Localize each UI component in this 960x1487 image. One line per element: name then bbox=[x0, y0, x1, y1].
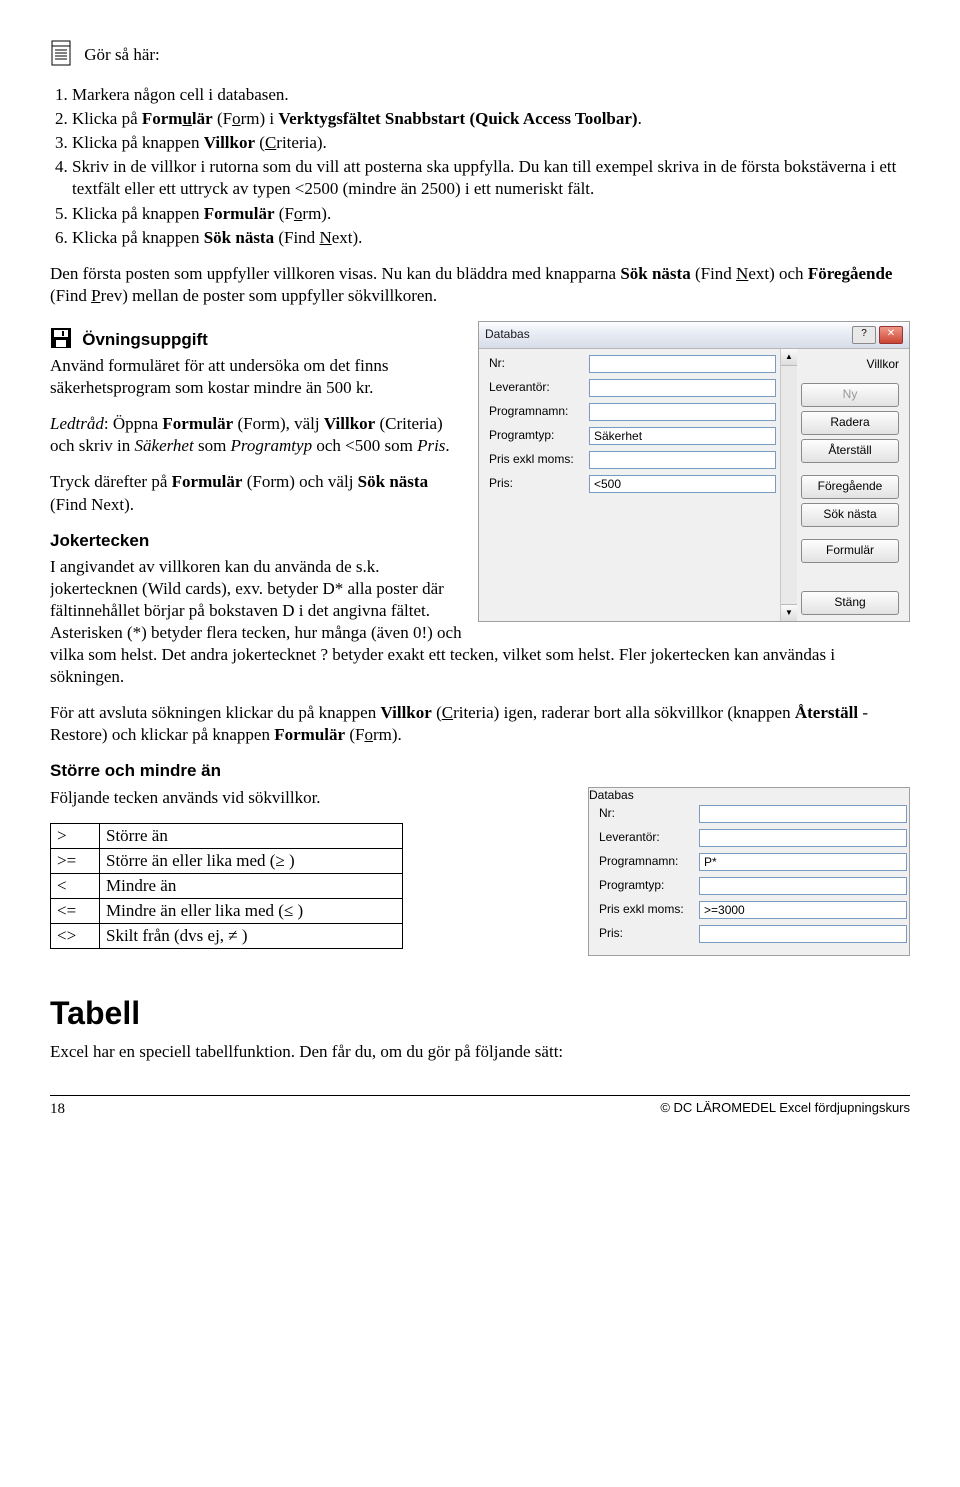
table-row: <>Skilt från (dvs ej, ≠ ) bbox=[51, 924, 403, 949]
op-symbol: < bbox=[51, 873, 100, 898]
dialog2-titlebar: Databas bbox=[589, 788, 909, 804]
d2-label-lev: Leverantör: bbox=[599, 830, 699, 846]
dialog-databas-2: Databas Nr: Leverantör: Programnamn: Pro… bbox=[588, 787, 910, 957]
scroll-up-icon[interactable]: ▲ bbox=[781, 349, 797, 366]
table-row: <Mindre än bbox=[51, 873, 403, 898]
d2-field-lev[interactable] bbox=[699, 829, 907, 847]
d1-btn-soknasta[interactable]: Sök nästa bbox=[801, 503, 899, 527]
scroll-down-icon[interactable]: ▼ bbox=[781, 604, 797, 621]
op-symbol: <= bbox=[51, 898, 100, 923]
d1-btn-aterstall[interactable]: Återställ bbox=[801, 439, 899, 463]
d2-field-prog[interactable] bbox=[699, 853, 907, 871]
step-item: Klicka på knappen Villkor (Criteria). bbox=[72, 132, 910, 154]
d1-btn-stang[interactable]: Stäng bbox=[801, 591, 899, 615]
footer-copyright: © DC LÄROMEDEL Excel fördjupningskurs bbox=[660, 1100, 910, 1120]
step-item: Klicka på knappen Formulär (Form). bbox=[72, 203, 910, 225]
step-item: Skriv in de villkor i rutorna som du vil… bbox=[72, 156, 910, 200]
op-desc: Större än bbox=[100, 823, 403, 848]
op-symbol: <> bbox=[51, 924, 100, 949]
joker-p2: För att avsluta sökningen klickar du på … bbox=[50, 702, 910, 746]
footer-rule bbox=[50, 1095, 910, 1096]
d2-label-typ: Programtyp: bbox=[599, 878, 699, 894]
op-desc: Mindre än bbox=[100, 873, 403, 898]
para-after-steps: Den första posten som uppfyller villkore… bbox=[50, 263, 910, 307]
d2-label-prisx: Pris exkl moms: bbox=[599, 902, 699, 918]
table-row: >=Större än eller lika med (≥ ) bbox=[51, 848, 403, 873]
d1-btn-radera[interactable]: Radera bbox=[801, 411, 899, 435]
steps-list: Markera någon cell i databasen.Klicka på… bbox=[50, 84, 910, 249]
disk-icon bbox=[50, 327, 72, 355]
gtlt-intro: Följande tecken används vid sökvillkor. bbox=[50, 787, 558, 809]
dialog1-title: Databas bbox=[485, 327, 530, 343]
intro-label: Gör så här: bbox=[84, 45, 160, 64]
step-item: Markera någon cell i databasen. bbox=[72, 84, 910, 106]
d1-field-nr[interactable] bbox=[589, 355, 776, 373]
d1-btn-formular[interactable]: Formulär bbox=[801, 539, 899, 563]
table-row: >Större än bbox=[51, 823, 403, 848]
document-icon bbox=[50, 40, 74, 72]
tabell-heading: Tabell bbox=[50, 993, 910, 1035]
d1-label-typ: Programtyp: bbox=[489, 428, 589, 444]
exercise-heading: Övningsuppgift bbox=[82, 329, 208, 351]
d2-field-typ[interactable] bbox=[699, 877, 907, 895]
close-icon[interactable]: ✕ bbox=[879, 326, 903, 344]
operators-table: >Större än>=Större än eller lika med (≥ … bbox=[50, 823, 403, 949]
d1-field-typ[interactable] bbox=[589, 427, 776, 445]
d2-field-nr[interactable] bbox=[699, 805, 907, 823]
page-number: 18 bbox=[50, 1100, 65, 1120]
help-icon[interactable]: ? bbox=[852, 326, 876, 344]
intro-line: Gör så här: bbox=[50, 40, 910, 72]
d1-label-prog: Programnamn: bbox=[489, 404, 589, 420]
d1-field-prisx[interactable] bbox=[589, 451, 776, 469]
footer: 18 © DC LÄROMEDEL Excel fördjupningskurs bbox=[50, 1100, 910, 1120]
d1-field-prog[interactable] bbox=[589, 403, 776, 421]
gtlt-heading: Större och mindre än bbox=[50, 760, 910, 782]
d2-field-prisx[interactable] bbox=[699, 901, 907, 919]
step-item: Klicka på knappen Sök nästa (Find Next). bbox=[72, 227, 910, 249]
op-desc: Skilt från (dvs ej, ≠ ) bbox=[100, 924, 403, 949]
op-symbol: > bbox=[51, 823, 100, 848]
d1-label-nr: Nr: bbox=[489, 356, 589, 372]
dialog2-title: Databas bbox=[589, 788, 634, 802]
tabell-p: Excel har en speciell tabellfunktion. De… bbox=[50, 1041, 910, 1063]
dialog-databas-1: Databas ? ✕ Nr: Leverantör: Programnamn:… bbox=[478, 321, 910, 622]
d2-label-prog: Programnamn: bbox=[599, 854, 699, 870]
d1-label-lev: Leverantör: bbox=[489, 380, 589, 396]
d1-mode-label: Villkor bbox=[801, 355, 899, 379]
d2-label-pris: Pris: bbox=[599, 926, 699, 942]
d1-field-pris[interactable] bbox=[589, 475, 776, 493]
d1-btn-ny[interactable]: Ny bbox=[801, 383, 899, 407]
d2-field-pris[interactable] bbox=[699, 925, 907, 943]
table-row: <=Mindre än eller lika med (≤ ) bbox=[51, 898, 403, 923]
d1-label-prisx: Pris exkl moms: bbox=[489, 452, 589, 468]
d1-btn-foregaende[interactable]: Föregående bbox=[801, 475, 899, 499]
op-symbol: >= bbox=[51, 848, 100, 873]
d2-label-nr: Nr: bbox=[599, 806, 699, 822]
op-desc: Större än eller lika med (≥ ) bbox=[100, 848, 403, 873]
d1-scrollbar[interactable]: ▲ ▼ bbox=[780, 349, 797, 621]
op-desc: Mindre än eller lika med (≤ ) bbox=[100, 898, 403, 923]
dialog1-titlebar: Databas ? ✕ bbox=[479, 322, 909, 349]
d1-label-pris: Pris: bbox=[489, 476, 589, 492]
step-item: Klicka på Formulär (Form) i Verktygsfält… bbox=[72, 108, 910, 130]
d1-field-lev[interactable] bbox=[589, 379, 776, 397]
